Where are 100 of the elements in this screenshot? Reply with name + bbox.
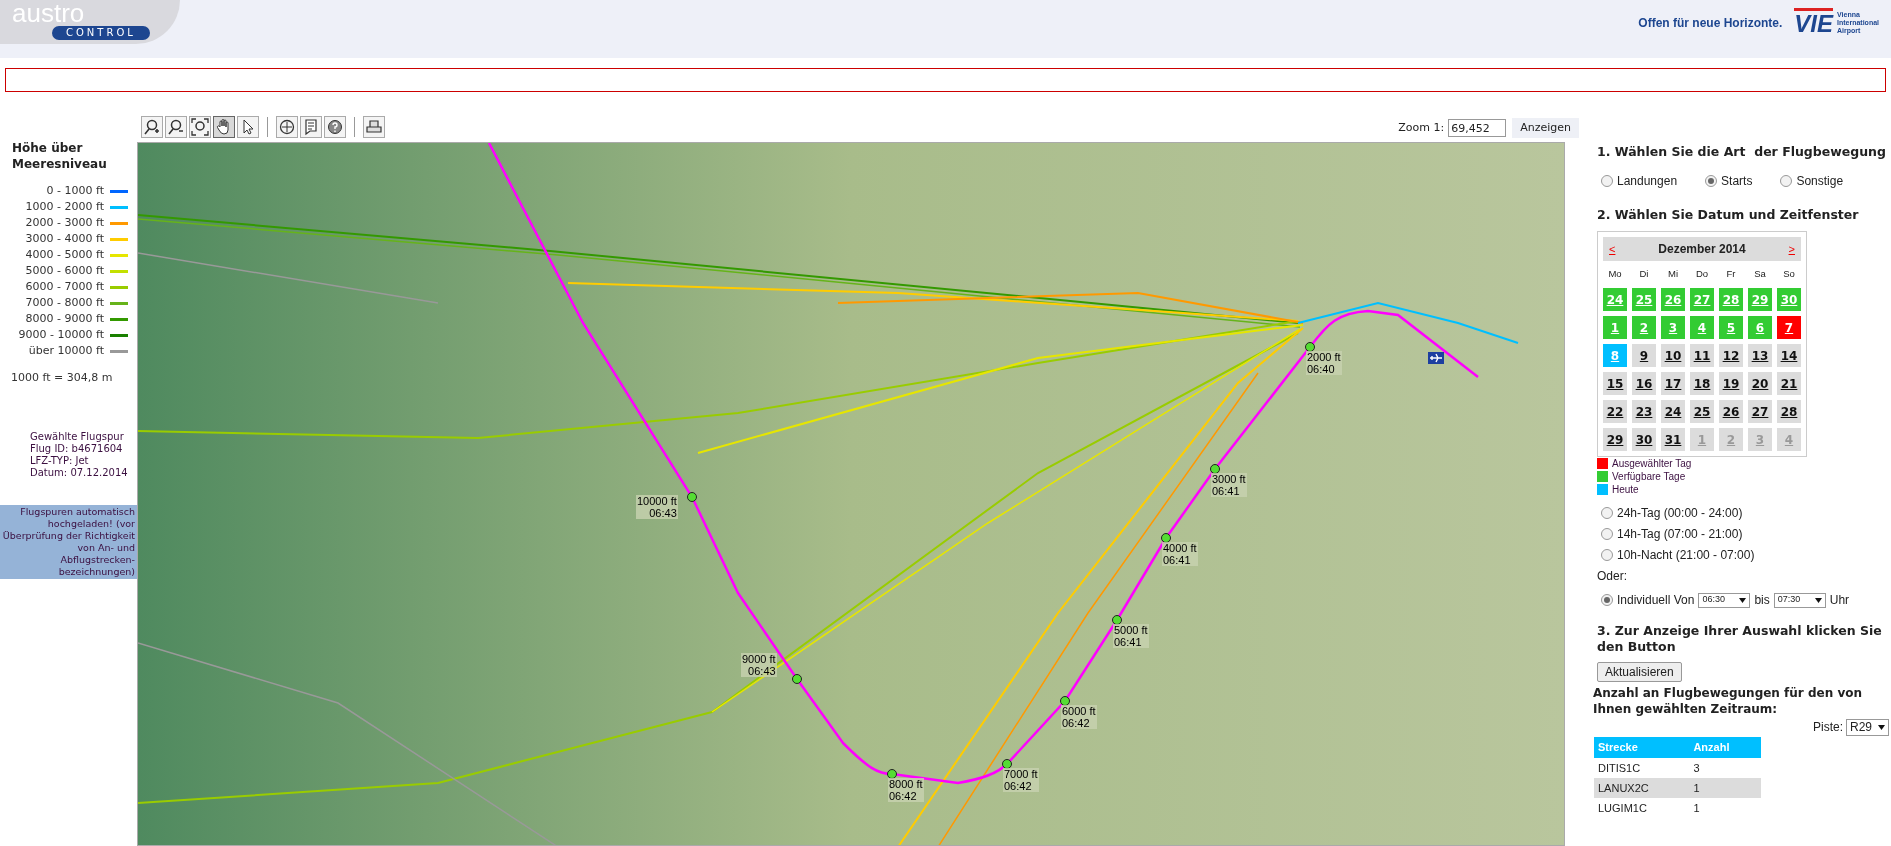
section-heading: Anzahl an Flugbewegungen für den von Ihnen gewählten Zeitraum: <box>1593 685 1863 717</box>
calendar-day[interactable]: 7 <box>1777 316 1801 339</box>
flight-info-line: Flug ID: b4671604 <box>30 442 124 455</box>
radio-label: Individuell Von <box>1617 592 1695 609</box>
legend-label: Ausgewählter Tag <box>1612 457 1692 471</box>
waypoint-time: 06:41 <box>1114 636 1143 648</box>
legend-label: 0 - 1000 ft <box>46 182 104 199</box>
time-unit: Uhr <box>1829 592 1850 609</box>
legend-label: 5000 - 6000 ft <box>25 262 104 279</box>
radio-label: Starts <box>1721 173 1753 190</box>
legend-label: 3000 - 4000 ft <box>25 230 104 247</box>
waypoint-altitude: 9000 ft <box>742 653 776 665</box>
calendar-day[interactable]: 21 <box>1777 372 1801 395</box>
flight-info-line: Datum: 07.12.2014 <box>30 466 129 479</box>
radio-label: 24h-Tag (00:00 - 24:00) <box>1617 505 1743 522</box>
calendar-day[interactable]: 29 <box>1603 428 1627 451</box>
waypoint-altitude: 2000 ft <box>1307 351 1341 363</box>
calendar-day[interactable]: 19 <box>1719 372 1743 395</box>
calendar-day[interactable]: 16 <box>1632 372 1656 395</box>
radio-label: Sonstige <box>1796 173 1844 190</box>
calendar-day[interactable]: 23 <box>1632 400 1656 423</box>
column-header: Strecke <box>1594 737 1690 758</box>
waypoint-time: 06:41 <box>1163 554 1192 566</box>
waypoint-time: 06:42 <box>1062 717 1091 729</box>
weekday-label: Fr <box>1725 267 1737 281</box>
calendar-day[interactable]: 31 <box>1661 428 1685 451</box>
calendar-day[interactable]: 9 <box>1632 344 1656 367</box>
calendar-day[interactable]: 27 <box>1748 400 1772 423</box>
weekday-label: Sa <box>1753 267 1767 281</box>
calendar-day[interactable]: 30 <box>1632 428 1656 451</box>
unit-conversion: 1000 ft = 304,8 m <box>10 370 114 386</box>
time-select[interactable]: 06:30 <box>1698 592 1751 608</box>
waypoint-time: 06:42 <box>889 790 918 802</box>
calendar-day[interactable]: 24 <box>1661 400 1685 423</box>
waypoint-altitude: 4000 ft <box>1163 542 1197 554</box>
legend-label: 1000 - 2000 ft <box>25 198 104 215</box>
calendar-day[interactable]: 18 <box>1690 372 1714 395</box>
flight-info-line: LFZ-TYP: Jet <box>30 454 90 467</box>
update-button[interactable]: Aktualisieren <box>1597 662 1682 682</box>
calendar-day[interactable]: 12 <box>1719 344 1743 367</box>
calendar-day[interactable]: 22 <box>1603 400 1627 423</box>
calendar-day[interactable]: 14 <box>1777 344 1801 367</box>
table-cell: 3 <box>1689 758 1761 778</box>
legend-label: 2000 - 3000 ft <box>25 214 104 231</box>
runway-select[interactable]: R29 <box>1846 718 1889 736</box>
legend-label: 6000 - 7000 ft <box>25 278 104 295</box>
zoom-label: Zoom 1: <box>1398 119 1445 136</box>
radio-label: 14h-Tag (07:00 - 21:00) <box>1617 526 1743 543</box>
waypoint-altitude: 6000 ft <box>1062 705 1096 717</box>
zoom-input[interactable]: 69,452 <box>1448 119 1507 137</box>
waypoint-time: 06:43 <box>747 665 776 677</box>
legend-label: Heute <box>1612 483 1639 497</box>
waypoint-time: 06:41 <box>1212 485 1241 497</box>
legend-title: Höhe über Meeresniveau <box>11 140 108 172</box>
legend-label: 8000 - 9000 ft <box>25 310 104 327</box>
upload-notice: Flugspuren automatisch hochgeladen! (vor Überprüfung der Richtigkeit von An- und Abflugstrecken-bezeichnungen) <box>0 504 137 579</box>
or-label: Oder: <box>1597 568 1628 585</box>
waypoint-altitude: 7000 ft <box>1004 768 1038 780</box>
calendar-day[interactable]: 28 <box>1777 400 1801 423</box>
calendar-day[interactable]: 17 <box>1661 372 1685 395</box>
legend-label: 4000 - 5000 ft <box>25 246 104 263</box>
legend-label: 7000 - 8000 ft <box>25 294 104 311</box>
section-heading: 2. Wählen Sie Datum und Zeitfenster <box>1597 207 1860 223</box>
weekday-label: Mo <box>1607 267 1623 281</box>
calendar-day[interactable]: 15 <box>1603 372 1627 395</box>
airport-logo: VIE <box>1794 8 1833 37</box>
legend-label: 9000 - 10000 ft <box>18 326 104 343</box>
show-button[interactable]: Anzeigen <box>1512 118 1579 138</box>
legend-label: Verfügbare Tage <box>1612 470 1686 484</box>
weekday-label: Mi <box>1667 267 1679 281</box>
time-select[interactable]: 07:30 <box>1773 592 1826 608</box>
calendar-day[interactable]: 10 <box>1661 344 1685 367</box>
waypoint-time: 06:42 <box>1004 780 1033 792</box>
waypoint-time: 06:43 <box>648 507 677 519</box>
radio-label: 10h-Nacht (21:00 - 07:00) <box>1617 547 1755 564</box>
calendar-day[interactable]: 25 <box>1690 400 1714 423</box>
calendar-day[interactable]: 20 <box>1748 372 1772 395</box>
calendar-day[interactable]: 13 <box>1748 344 1772 367</box>
calendar-month: Dezember 2014 <box>1658 241 1746 258</box>
runway-label: Piste: <box>1812 719 1843 736</box>
radio-label: Landungen <box>1617 173 1678 190</box>
table-cell: LANUX2C <box>1594 778 1690 798</box>
table-cell: DITIS1C <box>1594 758 1690 778</box>
waypoint-time: 06:40 <box>1307 363 1336 375</box>
column-header: Anzahl <box>1689 737 1761 758</box>
section-heading: 3. Zur Anzeige Ihrer Auswahl klicken Sie den Button <box>1597 623 1883 655</box>
logo-badge: CONTROL <box>52 26 150 40</box>
weekday-label: Di <box>1638 267 1650 281</box>
calendar-day[interactable]: 26 <box>1719 400 1743 423</box>
waypoint-altitude: 8000 ft <box>889 778 923 790</box>
weekday-label: Do <box>1694 267 1710 281</box>
waypoint-altitude: 5000 ft <box>1114 624 1148 636</box>
weekday-label: So <box>1782 267 1796 281</box>
section-heading: 1. Wählen Sie die Art der Flugbewegung <box>1597 144 1887 160</box>
flight-info-line: Gewählte Flugspur <box>30 430 125 443</box>
table-cell: 1 <box>1689 778 1761 798</box>
slogan: Offen für neue Horizonte. <box>1638 14 1783 32</box>
waypoint-altitude: 10000 ft <box>637 495 677 507</box>
waypoint-altitude: 3000 ft <box>1212 473 1246 485</box>
calendar-day[interactable]: 11 <box>1690 344 1714 367</box>
